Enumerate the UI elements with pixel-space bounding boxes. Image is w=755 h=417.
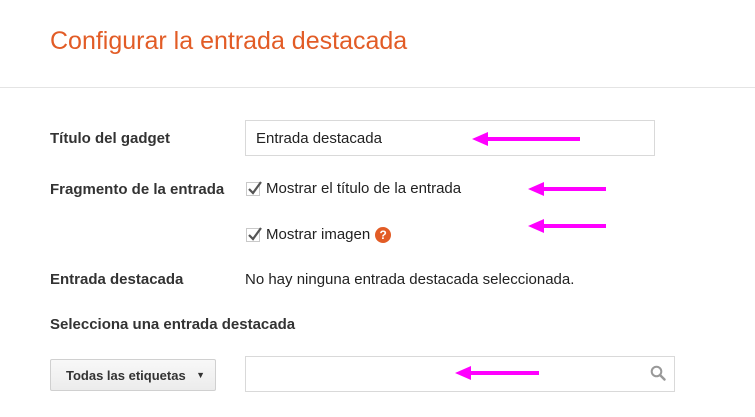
select-section-label: Selecciona una entrada destacada [50, 316, 296, 333]
help-icon[interactable]: ? [375, 226, 392, 243]
show-title-label: Mostrar el título de la entrada [266, 180, 462, 197]
show-image-label: Mostrar imagen [266, 226, 371, 243]
fragment-label: Fragmento de la entrada [50, 181, 225, 198]
page-title: Configurar la entrada destacada [50, 27, 408, 55]
annotation-arrow-icon [528, 219, 606, 233]
featured-post-label: Entrada destacada [50, 271, 184, 288]
annotation-arrow-icon [472, 132, 580, 146]
show-title-checkbox[interactable] [246, 180, 262, 196]
search-icon[interactable] [650, 365, 666, 381]
annotation-arrow-icon [528, 182, 606, 196]
show-title-option[interactable]: Mostrar el título de la entrada [246, 180, 461, 197]
labels-dropdown-value: Todas las etiquetas [66, 367, 186, 383]
checkmark-icon [248, 180, 262, 195]
dialog-header: Configurar la entrada destacada [0, 0, 755, 88]
caret-down-icon: ▼ [196, 370, 205, 380]
gadget-title-input[interactable] [245, 120, 655, 156]
labels-dropdown[interactable]: Todas las etiquetas ▼ [50, 359, 216, 391]
featured-post-value: No hay ninguna entrada destacada selecci… [245, 271, 575, 288]
show-image-option[interactable]: Mostrar imagen ? [246, 226, 392, 243]
show-image-checkbox[interactable] [246, 226, 262, 242]
annotation-arrow-icon [455, 366, 539, 380]
checkmark-icon [248, 226, 262, 241]
gadget-title-label: Título del gadget [50, 130, 170, 147]
